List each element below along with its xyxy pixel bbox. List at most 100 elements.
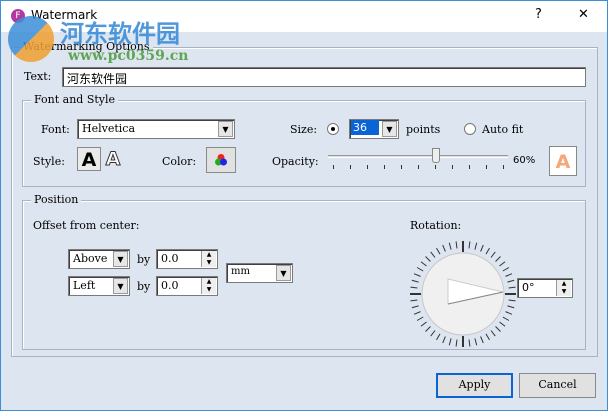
size-label: Size: <box>290 123 318 136</box>
dial-tick <box>448 242 452 250</box>
font-select[interactable]: Helvetica ▼ <box>77 119 235 139</box>
dial-tick <box>490 330 496 337</box>
dial-tick <box>425 256 431 262</box>
watermarking-options-group: Watermarking Options Text: 河东软件园 Font an… <box>11 40 598 357</box>
dial-tick <box>416 316 424 321</box>
close-button[interactable]: ✕ <box>578 7 589 22</box>
auto-fit-radio[interactable] <box>464 123 476 135</box>
window-title: Watermark <box>31 8 98 22</box>
font-label: Font: <box>41 123 70 136</box>
dial-tick <box>436 333 441 341</box>
dial-tick <box>455 241 458 249</box>
horizontal-offset-input[interactable]: 0.0 ▲ ▼ <box>156 276 218 296</box>
slider-tick <box>367 165 368 169</box>
outline-style-button[interactable]: A <box>101 147 125 171</box>
vertical-value: Above <box>73 252 108 265</box>
color-label: Color: <box>162 155 197 168</box>
chevron-down-icon: ▼ <box>382 121 397 137</box>
slider-tick <box>452 165 453 169</box>
rotation-input[interactable]: 0° ▲ ▼ <box>517 278 573 298</box>
dial-tick <box>442 244 446 252</box>
dial-tick <box>485 333 490 341</box>
color-button[interactable] <box>206 147 236 173</box>
slider-tick <box>350 165 351 169</box>
unit-select[interactable]: mm ▼ <box>226 263 293 283</box>
title-bar: F Watermark ? ✕ <box>0 0 608 32</box>
dial-tick <box>505 273 513 277</box>
group-label: Font and Style <box>31 93 119 106</box>
offset-label: Offset from center: <box>33 219 140 232</box>
slider-tick <box>401 165 402 169</box>
rotation-label: Rotation: <box>410 219 462 232</box>
style-label: Style: <box>33 155 65 168</box>
spinner-icon[interactable]: ▲ ▼ <box>201 251 216 267</box>
dial-tick <box>495 326 501 332</box>
dial-tick <box>455 339 458 347</box>
dial-tick <box>474 338 478 346</box>
dial-tick <box>502 267 510 272</box>
horizontal-value: Left <box>73 279 96 292</box>
dial-tick <box>508 299 516 302</box>
dial-tick <box>507 279 515 283</box>
by-label: by <box>137 280 151 293</box>
chevron-down-icon: ▼ <box>276 265 291 281</box>
vertical-offset-input[interactable]: 0.0 ▲ ▼ <box>156 249 218 269</box>
chevron-down-icon: ▼ <box>113 251 128 267</box>
dial-tick <box>474 242 478 250</box>
watermark-preview: A <box>549 146 577 176</box>
dial-tick <box>507 305 515 309</box>
opacity-slider[interactable] <box>328 147 508 171</box>
slider-tick <box>435 165 436 169</box>
opacity-value: 60% <box>513 155 536 166</box>
app-icon: F <box>11 9 25 23</box>
cancel-button[interactable]: Cancel <box>519 373 596 398</box>
spinner-icon[interactable]: ▲ ▼ <box>556 280 571 296</box>
dial-tick <box>499 321 506 327</box>
text-label: Text: <box>24 70 52 83</box>
help-button[interactable]: ? <box>535 7 542 22</box>
dial-tick <box>436 247 441 255</box>
rotation-value: 0° <box>522 281 535 294</box>
h-offset-value: 0.0 <box>161 279 179 292</box>
size-select[interactable]: 36 ▼ <box>349 119 399 139</box>
dial-tick <box>490 251 496 258</box>
position-group: Position Offset from center: Above ▼ by 0… <box>22 193 586 350</box>
dial-tick <box>411 279 419 283</box>
v-offset-value: 0.0 <box>161 252 179 265</box>
chevron-down-icon: ▼ <box>113 278 128 294</box>
vertical-select[interactable]: Above ▼ <box>68 249 130 269</box>
text-input[interactable]: 河东软件园 <box>62 67 586 87</box>
dial-tick <box>448 338 452 346</box>
font-value: Helvetica <box>82 122 136 135</box>
apply-button[interactable]: Apply <box>436 373 513 398</box>
opacity-label: Opacity: <box>272 155 319 168</box>
slider-tick <box>486 165 487 169</box>
outline-glyph: A <box>105 148 121 171</box>
dial-tick <box>499 261 506 267</box>
dial-tick <box>468 339 471 347</box>
slider-tick <box>384 165 385 169</box>
bold-style-button[interactable]: A <box>77 147 101 171</box>
text-input-value: 河东软件园 <box>67 72 128 86</box>
dial-tick <box>480 244 484 252</box>
horizontal-select[interactable]: Left ▼ <box>68 276 130 296</box>
dial-tick <box>430 330 436 337</box>
dial-tick <box>411 305 419 309</box>
group-label: Position <box>31 193 82 206</box>
preview-glyph: A <box>555 151 571 173</box>
dial-tick <box>505 311 513 315</box>
dial-tick <box>410 299 418 302</box>
dial-tick <box>410 286 418 289</box>
points-label: points <box>406 123 441 136</box>
dial-tick <box>416 267 424 272</box>
size-value: 36 <box>351 120 379 135</box>
size-points-radio[interactable] <box>327 123 339 135</box>
slider-thumb[interactable] <box>432 148 440 163</box>
dial-tick <box>495 256 501 262</box>
dialog-body: Watermarking Options Text: 河东软件园 Font an… <box>0 32 608 411</box>
rotation-dial[interactable] <box>408 239 518 349</box>
dial-tick <box>413 311 421 315</box>
slider-tick <box>503 165 504 169</box>
spinner-icon[interactable]: ▲ ▼ <box>201 278 216 294</box>
dial-tick <box>508 286 516 289</box>
